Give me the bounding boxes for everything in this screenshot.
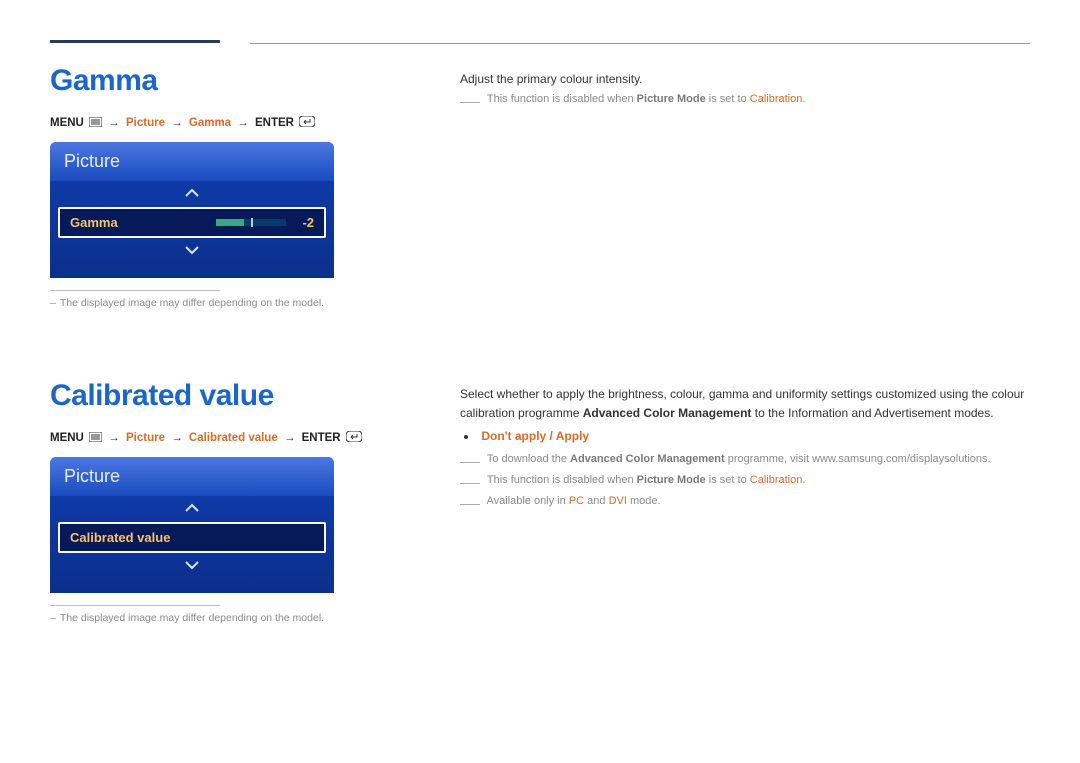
menu-icon: [89, 117, 102, 130]
osd-header: Picture: [50, 142, 334, 181]
option-dont-apply: Don't apply: [481, 429, 546, 443]
note-orange: Calibration: [750, 93, 803, 105]
note-text: This function is disabled when: [487, 93, 637, 105]
osd-down-arrow[interactable]: [50, 553, 334, 579]
note-orange: DVI: [609, 494, 627, 506]
desc-text: to the Information and Advertisement mod…: [751, 406, 993, 420]
note-text: programme, visit www.samsung.com/display…: [725, 453, 991, 465]
breadcrumb: MENU → Picture → Gamma → ENTER: [50, 116, 390, 130]
enter-icon: [346, 431, 362, 445]
note-orange: PC: [569, 494, 584, 506]
option-apply: Apply: [556, 429, 589, 443]
breadcrumb-picture: Picture: [126, 432, 165, 444]
note-bold: Advanced Color Management: [570, 453, 725, 465]
note-text: is set to: [706, 93, 750, 105]
note-text: Available only in: [486, 494, 568, 506]
note-text: To download the: [487, 453, 570, 465]
osd-row-gamma[interactable]: Gamma -2: [58, 207, 326, 238]
menu-icon: [89, 432, 102, 445]
image-caption: –The displayed image may differ dependin…: [50, 297, 390, 309]
caption-rule: [50, 605, 220, 606]
desc-bold: Advanced Color Management: [583, 406, 752, 420]
osd-up-arrow[interactable]: [50, 181, 334, 207]
note-line: To download the Advanced Color Managemen…: [460, 449, 1030, 470]
slider[interactable]: [216, 219, 286, 226]
enter-icon: [299, 116, 315, 130]
arrow-right-icon: →: [105, 432, 123, 444]
breadcrumb-item: Calibrated value: [189, 432, 278, 444]
osd-row-calibrated-value[interactable]: Calibrated value: [58, 522, 326, 553]
description-text: Select whether to apply the brightness, …: [460, 385, 1030, 423]
note-line: This function is disabled when Picture M…: [460, 470, 1030, 491]
slider-fill: [216, 219, 244, 226]
arrow-right-icon: →: [105, 117, 123, 129]
note-text: mode.: [627, 494, 661, 506]
note-text: .: [802, 474, 805, 486]
bullet-icon: [464, 435, 468, 439]
osd-up-arrow[interactable]: [50, 496, 334, 522]
caption-text: The displayed image may differ depending…: [60, 297, 324, 309]
image-caption: –The displayed image may differ dependin…: [50, 612, 390, 624]
note-text: and: [584, 494, 608, 506]
breadcrumb-item: Gamma: [189, 117, 231, 129]
slider-center-tick: [251, 218, 253, 227]
note-text: This function is disabled when: [487, 474, 637, 486]
section-title: Calibrated value: [50, 379, 390, 413]
osd-header: Picture: [50, 457, 334, 496]
breadcrumb: MENU → Picture → Calibrated value → ENTE…: [50, 431, 390, 445]
osd-panel: Picture Calibrated value: [50, 457, 334, 593]
osd-down-arrow[interactable]: [50, 238, 334, 264]
arrow-right-icon: →: [281, 432, 299, 444]
note-text: is set to: [706, 474, 750, 486]
section-gamma: Gamma MENU → Picture → Gamma → ENTER Pic…: [50, 64, 1030, 309]
arrow-right-icon: →: [234, 117, 252, 129]
caption-text: The displayed image may differ depending…: [60, 612, 324, 624]
caption-rule: [50, 290, 220, 291]
note-bold: Picture Mode: [637, 93, 706, 105]
note-orange: Calibration: [750, 474, 803, 486]
osd-row-label: Gamma: [70, 215, 118, 230]
section-calibrated-value: Calibrated value MENU → Picture → Calibr…: [50, 379, 1030, 624]
description-text: Adjust the primary colour intensity.: [460, 70, 1030, 89]
osd-row-label: Calibrated value: [70, 530, 170, 545]
section-title: Gamma: [50, 64, 390, 98]
options-line: Don't apply / Apply: [460, 429, 1030, 443]
osd-row-value: -2: [302, 215, 314, 230]
header-rule: [250, 43, 1030, 44]
breadcrumb-enter: ENTER: [255, 117, 294, 129]
breadcrumb-menu: MENU: [50, 432, 84, 444]
breadcrumb-menu: MENU: [50, 117, 84, 129]
note-text: .: [802, 93, 805, 105]
option-sep: /: [546, 429, 556, 443]
breadcrumb-enter: ENTER: [302, 432, 341, 444]
breadcrumb-picture: Picture: [126, 117, 165, 129]
osd-panel: Picture Gamma -2: [50, 142, 334, 278]
header-accent: [50, 40, 220, 43]
arrow-right-icon: →: [168, 117, 186, 129]
arrow-right-icon: →: [168, 432, 186, 444]
note-line: This function is disabled when Picture M…: [460, 89, 1030, 110]
note-line: Available only in PC and DVI mode.: [460, 491, 1030, 512]
note-bold: Picture Mode: [637, 474, 706, 486]
